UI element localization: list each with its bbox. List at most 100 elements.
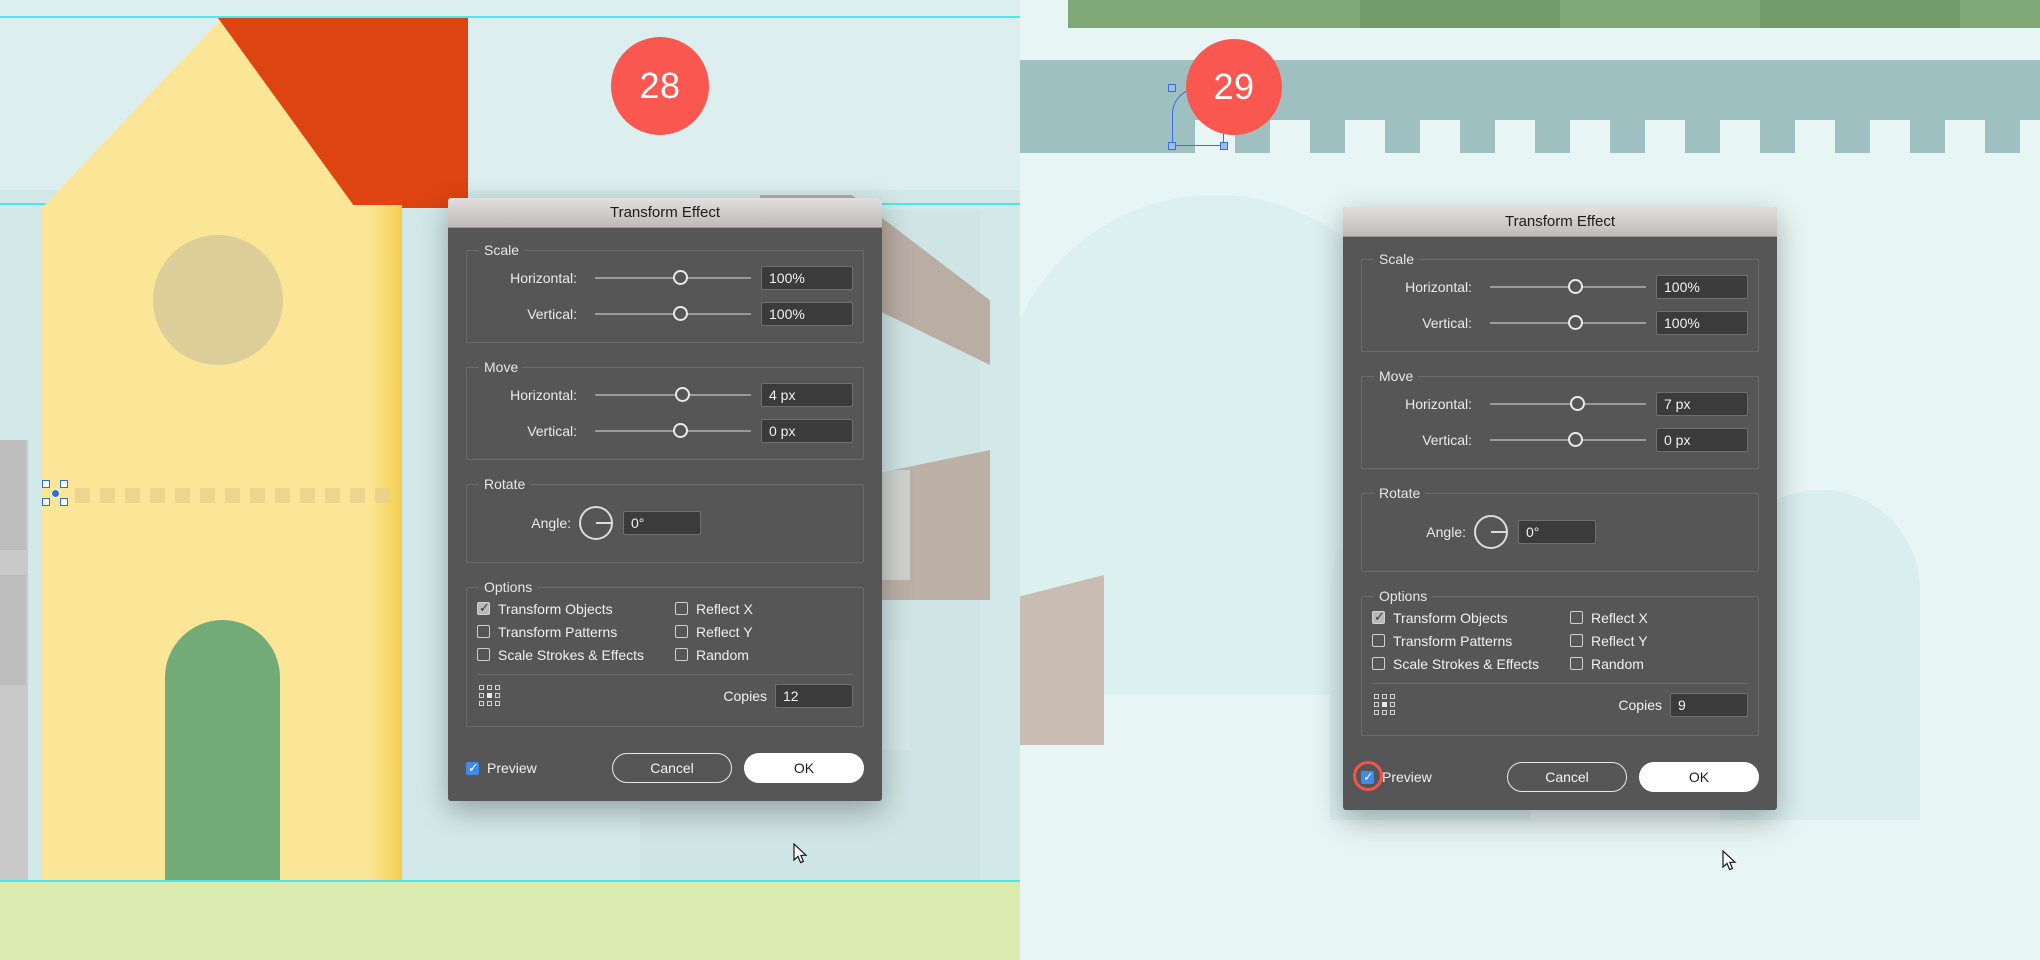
preview-checkbox[interactable]: [1361, 769, 1374, 785]
preview-toggle-right[interactable]: Preview: [1353, 761, 1432, 791]
transform-patterns-checkbox[interactable]: [477, 625, 490, 638]
crenellation-notch: [2020, 120, 2040, 154]
selection-handle-tl[interactable]: [42, 480, 50, 488]
reflect-y-checkbox[interactable]: [675, 625, 688, 638]
random-row[interactable]: Random: [675, 643, 853, 666]
scale-legend: Scale: [1379, 251, 1415, 267]
angle-row: Angle: 0°: [1372, 503, 1748, 561]
gutter-box-1: [0, 440, 26, 550]
angle-dial[interactable]: [579, 506, 613, 540]
selection-handle-bl[interactable]: [42, 498, 50, 506]
path-anchor-bottom-right[interactable]: [1220, 142, 1228, 150]
selection-handle-tr[interactable]: [60, 480, 68, 488]
scale-strokes-row[interactable]: Scale Strokes & Effects: [1372, 652, 1560, 675]
options-grid: Transform Objects Transform Patterns Sca…: [477, 597, 853, 666]
rotate-group-left: Rotate Angle: 0°: [466, 476, 864, 563]
random-label: Random: [696, 646, 749, 663]
rotate-group-right: Rotate Angle: 0°: [1361, 485, 1759, 572]
dialog-title-bar-left[interactable]: Transform Effect: [448, 198, 882, 228]
options-column-left: Transform Objects Transform Patterns Sca…: [1372, 606, 1560, 675]
cancel-button[interactable]: Cancel: [612, 753, 732, 783]
scale-strokes-checkbox[interactable]: [477, 648, 490, 661]
slider-knob[interactable]: [673, 270, 688, 285]
reflect-y-checkbox[interactable]: [1570, 634, 1583, 647]
scale-horizontal-slider[interactable]: [595, 268, 751, 288]
move-vertical-field[interactable]: 0 px: [1656, 428, 1748, 452]
transform-copy-square: [250, 488, 265, 503]
scale-strokes-checkbox[interactable]: [1372, 657, 1385, 670]
slider-knob[interactable]: [674, 387, 690, 402]
scale-group-left: Scale Horizontal: 100% Vertical: 100%: [466, 242, 864, 343]
scale-strokes-row[interactable]: Scale Strokes & Effects: [477, 643, 665, 666]
slider-knob[interactable]: [1568, 432, 1583, 447]
path-anchor-top-left[interactable]: [1168, 84, 1176, 92]
reflect-x-checkbox[interactable]: [675, 602, 688, 615]
transform-copy-square: [200, 488, 215, 503]
mouse-cursor-left: [793, 843, 808, 864]
scale-horizontal-slider[interactable]: [1490, 277, 1646, 297]
random-checkbox[interactable]: [1570, 657, 1583, 670]
copies-field[interactable]: 12: [775, 683, 853, 708]
reflect-x-label: Reflect X: [696, 600, 753, 617]
slider-knob[interactable]: [1569, 396, 1585, 411]
move-horizontal-field[interactable]: 7 px: [1656, 392, 1748, 416]
selection-handle-br[interactable]: [60, 498, 68, 506]
preview-checkbox[interactable]: [466, 760, 479, 776]
scale-horizontal-field[interactable]: 100%: [1656, 275, 1748, 299]
slider-knob[interactable]: [1568, 315, 1583, 330]
reference-point-icon[interactable]: [1374, 693, 1396, 716]
copies-row-right: Copies 9: [1372, 683, 1748, 725]
random-checkbox[interactable]: [675, 648, 688, 661]
transform-objects-row[interactable]: Transform Objects: [477, 597, 665, 620]
move-vertical-slider[interactable]: [1490, 430, 1646, 450]
transform-objects-row[interactable]: Transform Objects: [1372, 606, 1560, 629]
background-shape-right: [1020, 575, 1104, 745]
slider-knob[interactable]: [1568, 279, 1583, 294]
angle-label: Angle:: [1426, 524, 1466, 540]
dialog-footer-left: Preview Cancel OK: [448, 743, 882, 801]
reflect-x-checkbox[interactable]: [1570, 611, 1583, 624]
scale-vertical-field[interactable]: 100%: [1656, 311, 1748, 335]
selection-anchor-widget[interactable]: [42, 480, 68, 506]
transform-objects-checkbox[interactable]: [477, 600, 490, 616]
ok-button[interactable]: OK: [1639, 762, 1759, 792]
move-horizontal-field[interactable]: 4 px: [761, 383, 853, 407]
path-anchor-bottom-left[interactable]: [1168, 142, 1176, 150]
scale-horizontal-label: Horizontal:: [510, 270, 577, 286]
transform-patterns-row[interactable]: Transform Patterns: [1372, 629, 1560, 652]
ok-button[interactable]: OK: [744, 753, 864, 783]
transform-objects-checkbox[interactable]: [1372, 609, 1385, 625]
transform-patterns-row[interactable]: Transform Patterns: [477, 620, 665, 643]
selection-center-point[interactable]: [51, 489, 60, 498]
scale-horizontal-field[interactable]: 100%: [761, 266, 853, 290]
move-group-right: Move Horizontal: 7 px Vertical: 0 px: [1361, 368, 1759, 469]
slider-knob[interactable]: [673, 306, 688, 321]
dialog-title-bar-right[interactable]: Transform Effect: [1343, 207, 1777, 237]
random-row[interactable]: Random: [1570, 652, 1748, 675]
scale-vertical-slider[interactable]: [595, 304, 751, 324]
crenellation-notch: [1570, 120, 1610, 154]
scale-vertical-field[interactable]: 100%: [761, 302, 853, 326]
transform-patterns-label: Transform Patterns: [1393, 632, 1513, 649]
slider-knob[interactable]: [673, 423, 688, 438]
transform-patterns-checkbox[interactable]: [1372, 634, 1385, 647]
move-vertical-field[interactable]: 0 px: [761, 419, 853, 443]
angle-field[interactable]: 0°: [623, 511, 701, 535]
reference-point-icon[interactable]: [479, 684, 501, 707]
angle-field[interactable]: 0°: [1518, 520, 1596, 544]
move-horizontal-slider[interactable]: [595, 385, 751, 405]
cancel-button[interactable]: Cancel: [1507, 762, 1627, 792]
crenellation-notch: [1945, 120, 1985, 154]
angle-dial-hand: [596, 522, 612, 524]
move-vertical-slider[interactable]: [595, 421, 751, 441]
angle-dial[interactable]: [1474, 515, 1508, 549]
reflect-x-row[interactable]: Reflect X: [675, 597, 853, 620]
move-horizontal-slider[interactable]: [1490, 394, 1646, 414]
preview-toggle-left[interactable]: Preview: [466, 760, 537, 776]
reflect-y-row[interactable]: Reflect Y: [675, 620, 853, 643]
reflect-y-row[interactable]: Reflect Y: [1570, 629, 1748, 652]
rotate-legend: Rotate: [1379, 485, 1421, 501]
copies-field[interactable]: 9: [1670, 692, 1748, 717]
scale-vertical-slider[interactable]: [1490, 313, 1646, 333]
reflect-x-row[interactable]: Reflect X: [1570, 606, 1748, 629]
